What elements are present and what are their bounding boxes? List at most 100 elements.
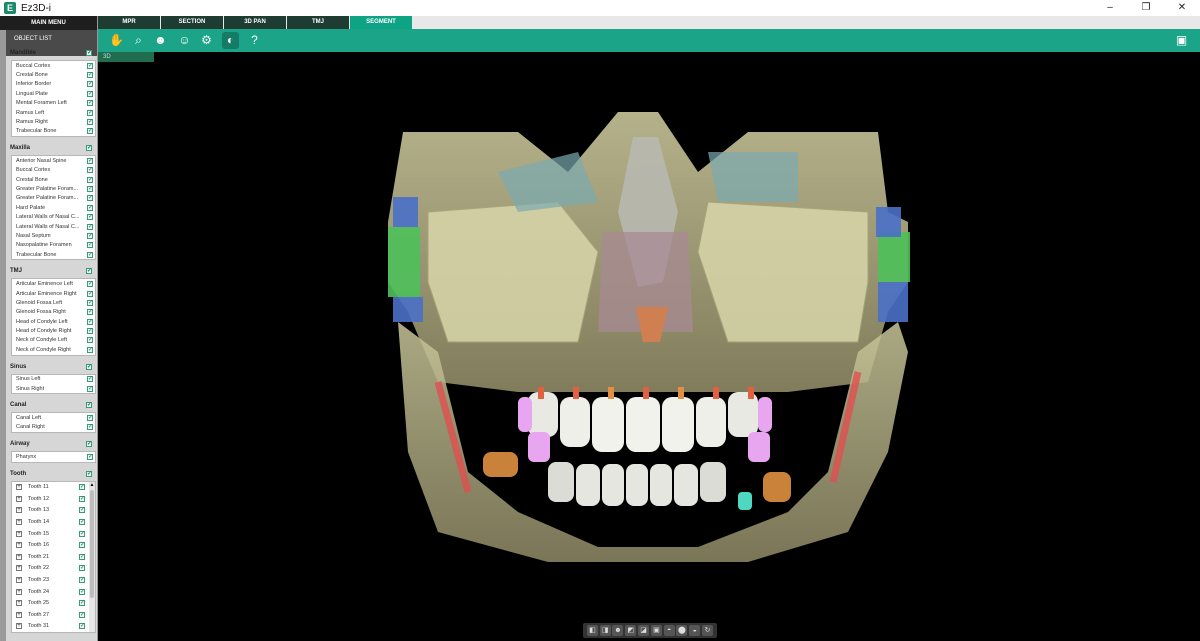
- object-item[interactable]: Crestal Bone ✓: [12, 70, 95, 79]
- object-item-checkbox[interactable]: ✓: [87, 318, 93, 325]
- view-preset-button[interactable]: ◓: [663, 625, 675, 636]
- group-checkbox[interactable]: ✓: [86, 402, 92, 409]
- expand-plus-icon[interactable]: +: [16, 495, 22, 502]
- group-checkbox[interactable]: ✓: [86, 268, 92, 275]
- object-item-checkbox[interactable]: ✓: [87, 242, 93, 249]
- object-item[interactable]: Glenoid Fossa Left ✓: [12, 298, 95, 307]
- object-item-checkbox[interactable]: ✓: [87, 81, 93, 88]
- object-item-checkbox[interactable]: ✓: [87, 290, 93, 297]
- tooth-item-checkbox[interactable]: ✓: [79, 484, 85, 491]
- close-button[interactable]: ✕: [1164, 0, 1200, 16]
- object-item[interactable]: Greater Palatine Foram... ✓: [12, 194, 95, 203]
- expand-plus-icon[interactable]: +: [16, 507, 22, 514]
- object-item[interactable]: Mental Foramen Left ✓: [12, 99, 95, 108]
- scroll-thumb[interactable]: [90, 489, 94, 598]
- object-item[interactable]: Lateral Walls of Nasal C... ✓: [12, 222, 95, 231]
- object-item-checkbox[interactable]: ✓: [87, 90, 93, 97]
- view-preset-button[interactable]: ◨: [599, 625, 611, 636]
- tooth-item[interactable]: + Tooth 24 ✓: [12, 586, 95, 598]
- view-preset-button[interactable]: ◩: [625, 625, 637, 636]
- expand-plus-icon[interactable]: +: [16, 588, 22, 595]
- object-item-checkbox[interactable]: ✓: [87, 128, 93, 135]
- object-item-checkbox[interactable]: ✓: [87, 214, 93, 221]
- object-item[interactable]: Trabecular Bone ✓: [12, 250, 95, 259]
- expand-plus-icon[interactable]: +: [16, 565, 22, 572]
- expand-plus-icon[interactable]: +: [16, 530, 22, 537]
- tooth-item-checkbox[interactable]: ✓: [79, 565, 85, 572]
- view-preset-button[interactable]: ⬤: [676, 625, 688, 636]
- object-item[interactable]: Lingual Plate ✓: [12, 89, 95, 98]
- tooth-item[interactable]: + Tooth 11 ✓: [12, 482, 95, 494]
- tooth-item[interactable]: + Tooth 14 ✓: [12, 516, 95, 528]
- tooth-item-checkbox[interactable]: ✓: [79, 577, 85, 584]
- segment-settings-icon[interactable]: ⚙: [198, 32, 215, 49]
- object-item[interactable]: Buccal Cortex ✓: [12, 166, 95, 175]
- object-item-checkbox[interactable]: ✓: [87, 281, 93, 288]
- object-item-checkbox[interactable]: ✓: [87, 453, 93, 460]
- object-item[interactable]: Sinus Right ✓: [12, 384, 95, 393]
- object-item[interactable]: Glenoid Fossa Right ✓: [12, 308, 95, 317]
- object-item-checkbox[interactable]: ✓: [87, 176, 93, 183]
- tooth-item[interactable]: + Tooth 27 ✓: [12, 609, 95, 621]
- restore-button[interactable]: ❐: [1128, 0, 1164, 16]
- tooth-item[interactable]: + Tooth 23 ✓: [12, 574, 95, 586]
- object-item[interactable]: Inferior Border ✓: [12, 80, 95, 89]
- object-item-checkbox[interactable]: ✓: [87, 72, 93, 79]
- tooth-list-scrollbar[interactable]: ▲: [89, 481, 95, 632]
- render-mode-icon[interactable]: ◐: [222, 32, 239, 49]
- object-item-checkbox[interactable]: ✓: [87, 109, 93, 116]
- skull-3d-render[interactable]: [98, 52, 1200, 641]
- view-preset-button[interactable]: ↻: [702, 625, 714, 636]
- expand-plus-icon[interactable]: +: [16, 600, 22, 607]
- object-item-checkbox[interactable]: ✓: [87, 328, 93, 335]
- object-item-checkbox[interactable]: ✓: [87, 62, 93, 69]
- expand-plus-icon[interactable]: +: [16, 623, 22, 630]
- tooth-item[interactable]: + Tooth 22 ✓: [12, 563, 95, 575]
- skull-front-icon[interactable]: ☻: [152, 32, 169, 49]
- object-item-checkbox[interactable]: ✓: [87, 337, 93, 344]
- skull-side-icon[interactable]: ☺: [176, 32, 193, 49]
- expand-plus-icon[interactable]: +: [16, 484, 22, 491]
- tooth-item[interactable]: + Tooth 21 ✓: [12, 551, 95, 563]
- object-item-checkbox[interactable]: ✓: [87, 232, 93, 239]
- tooth-item-checkbox[interactable]: ✓: [79, 600, 85, 607]
- view-preset-button[interactable]: ◪: [638, 625, 650, 636]
- tooth-item-checkbox[interactable]: ✓: [79, 542, 85, 549]
- object-item-checkbox[interactable]: ✓: [87, 167, 93, 174]
- tab-tmj[interactable]: TMJ: [287, 16, 349, 29]
- object-item[interactable]: Buccal Cortex ✓: [12, 61, 95, 70]
- object-item[interactable]: Canal Right ✓: [12, 423, 95, 432]
- object-item[interactable]: Greater Palatine Foram... ✓: [12, 184, 95, 193]
- object-item-checkbox[interactable]: ✓: [87, 299, 93, 306]
- expand-plus-icon[interactable]: +: [16, 542, 22, 549]
- hand-pan-icon[interactable]: ✋: [108, 32, 125, 49]
- object-item-checkbox[interactable]: ✓: [87, 100, 93, 107]
- view-preset-button[interactable]: ☻: [612, 625, 624, 636]
- tooth-item-checkbox[interactable]: ✓: [79, 519, 85, 526]
- object-item[interactable]: Nasopalatine Foramen ✓: [12, 241, 95, 250]
- object-item-checkbox[interactable]: ✓: [87, 376, 93, 383]
- object-item-checkbox[interactable]: ✓: [87, 223, 93, 230]
- tooth-item[interactable]: + Tooth 31 ✓: [12, 621, 95, 632]
- object-item[interactable]: Nasal Septum ✓: [12, 231, 95, 240]
- object-item[interactable]: Hard Palate ✓: [12, 203, 95, 212]
- group-checkbox[interactable]: ✓: [86, 441, 92, 448]
- object-item-checkbox[interactable]: ✓: [87, 424, 93, 431]
- object-item[interactable]: Crestal Bone ✓: [12, 175, 95, 184]
- object-item-checkbox[interactable]: ✓: [87, 157, 93, 164]
- object-item-checkbox[interactable]: ✓: [87, 185, 93, 192]
- tab-segment[interactable]: SEGMENT: [350, 16, 412, 29]
- expand-plus-icon[interactable]: +: [16, 577, 22, 584]
- main-menu-button[interactable]: MAIN MENU: [0, 16, 97, 30]
- object-item-checkbox[interactable]: ✓: [87, 309, 93, 316]
- object-item[interactable]: Head of Condyle Right ✓: [12, 326, 95, 335]
- group-checkbox[interactable]: ✓: [86, 145, 92, 152]
- view-preset-button[interactable]: ◧: [586, 625, 598, 636]
- tab-3d-pan[interactable]: 3D PAN: [224, 16, 286, 29]
- object-item[interactable]: Head of Condyle Left ✓: [12, 317, 95, 326]
- group-checkbox[interactable]: ✓: [86, 470, 92, 477]
- object-item[interactable]: Sinus Left ✓: [12, 375, 95, 384]
- object-item[interactable]: Trabecular Bone ✓: [12, 127, 95, 136]
- object-item[interactable]: Neck of Condyle Left ✓: [12, 336, 95, 345]
- object-item[interactable]: Ramus Left ✓: [12, 108, 95, 117]
